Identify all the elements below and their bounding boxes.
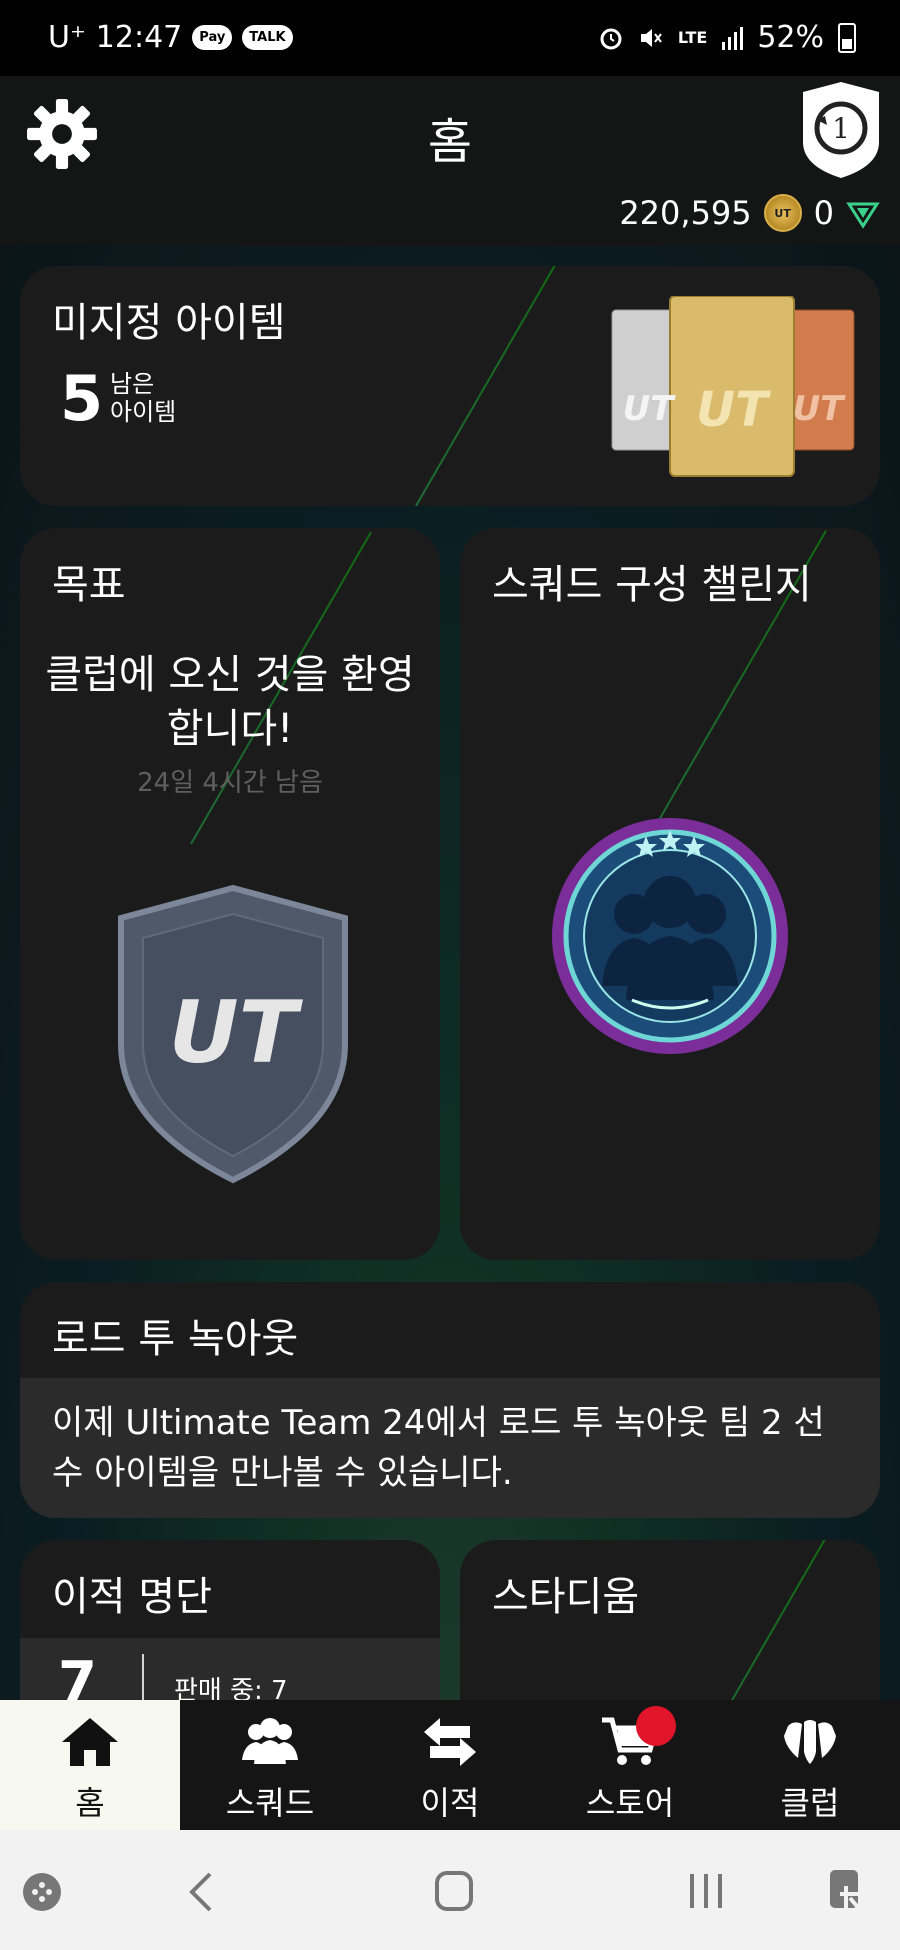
- tab-store[interactable]: 스토어: [540, 1700, 720, 1830]
- home-icon: [62, 1718, 118, 1766]
- objective-time-remaining: 24일 4시간 남음: [137, 768, 323, 798]
- rtk-title: 로드 투 녹아웃: [52, 1316, 299, 1362]
- recents-icon[interactable]: [686, 1870, 726, 1912]
- tab-label: 스토어: [585, 1784, 675, 1822]
- battery-icon: [838, 22, 856, 53]
- rtk-body: 이제 Ultimate Team 24에서 로드 투 녹아웃 팀 2 선수 아이…: [20, 1378, 880, 1518]
- club-icon: [784, 1720, 836, 1764]
- shield-text: UT: [169, 983, 304, 1083]
- sbc-title: 스쿼드 구성 챌린지: [492, 562, 812, 608]
- status-left: U⁺ 12:47 Pay TALK: [48, 20, 293, 55]
- app-bar: 홈 1 220,595 UT 0: [0, 76, 900, 246]
- points-value: 0: [813, 194, 834, 232]
- notification-dot: [636, 1706, 676, 1746]
- page-title: 홈: [427, 114, 473, 170]
- tab-transfers[interactable]: 이적: [360, 1700, 540, 1830]
- tab-squad[interactable]: 스쿼드: [180, 1700, 360, 1830]
- welcome-line-1: 클럽에 오신 것을 환영: [45, 652, 415, 698]
- bottom-tab-bar: 홈 스쿼드 이적 스토어 클럽: [0, 1700, 900, 1830]
- svg-text:1: 1: [832, 112, 850, 145]
- coins-value: 220,595: [619, 194, 752, 232]
- svg-text:UT: UT: [623, 389, 677, 429]
- time-label: 12:47: [95, 20, 183, 55]
- game-launcher-icon[interactable]: [22, 1872, 62, 1912]
- count-label-line-2: 아이템: [110, 398, 177, 426]
- tab-label: 클럽: [780, 1784, 840, 1822]
- transfer-icon: [424, 1718, 476, 1766]
- decor-stripe: [415, 266, 567, 506]
- home-button-icon[interactable]: [434, 1870, 474, 1912]
- carrier-label: U⁺: [48, 20, 86, 55]
- welcome-line-2: 합니다!: [166, 706, 294, 752]
- svg-text:UT: UT: [696, 382, 771, 438]
- currency-bar: 220,595 UT 0: [619, 194, 880, 232]
- squad-icon: [242, 1718, 298, 1764]
- packs-icon: UT UT UT: [611, 296, 855, 477]
- accessibility-icon[interactable]: [826, 1868, 870, 1914]
- signal-icon: [722, 26, 744, 50]
- svg-text:UT: UT: [793, 389, 847, 429]
- unassigned-count-label: 남은 아이템: [110, 370, 176, 426]
- alarm-icon: [600, 28, 622, 49]
- tab-label: 스쿼드: [225, 1784, 315, 1822]
- unassigned-title: 미지정 아이템: [52, 300, 286, 346]
- road-to-knockouts-card[interactable]: 로드 투 녹아웃 이제 Ultimate Team 24에서 로드 투 녹아웃 …: [20, 1282, 880, 1518]
- coin-icon: UT: [763, 194, 802, 232]
- objectives-card[interactable]: 목표 클럽에 오신 것을 환영 합니다! 24일 4시간 남음 UT: [20, 528, 440, 1260]
- status-bar: U⁺ 12:47 Pay TALK LTE 52%: [0, 0, 900, 76]
- count-label-line-1: 남은: [110, 370, 155, 398]
- status-right: LTE 52%: [598, 20, 856, 55]
- back-icon[interactable]: [186, 1870, 216, 1914]
- network-label: LTE: [677, 28, 708, 47]
- tab-club[interactable]: 클럽: [720, 1700, 900, 1830]
- objective-welcome-text: 클럽에 오신 것을 환영 합니다!: [20, 648, 440, 756]
- objectives-title: 목표: [52, 562, 126, 608]
- sbc-card[interactable]: 스쿼드 구성 챌린지: [460, 528, 880, 1260]
- system-nav-bar: [0, 1830, 900, 1950]
- battery-label: 52%: [757, 20, 824, 55]
- sbc-badge-icon: [552, 818, 788, 1054]
- talk-icon: TALK: [242, 25, 293, 50]
- pay-icon: Pay: [192, 25, 233, 50]
- tab-home[interactable]: 홈: [0, 1700, 180, 1830]
- transfer-list-title: 이적 명단: [52, 1574, 212, 1620]
- stadium-title: 스타디움: [492, 1574, 640, 1620]
- mute-icon: [640, 28, 662, 47]
- unassigned-items-card[interactable]: 미지정 아이템 5 남은 아이템 UT UT UT: [20, 266, 880, 506]
- unassigned-count: 5: [60, 362, 104, 435]
- rtk-body-text: 이제 Ultimate Team 24에서 로드 투 녹아웃 팀 2 선수 아이…: [52, 1403, 825, 1493]
- tab-label: 이적: [420, 1784, 480, 1822]
- fc-points-icon: [846, 202, 880, 229]
- objective-reset-icon[interactable]: 1: [800, 80, 882, 180]
- tab-label: 홈: [75, 1784, 105, 1822]
- ut-shield-icon: UT: [118, 884, 348, 1184]
